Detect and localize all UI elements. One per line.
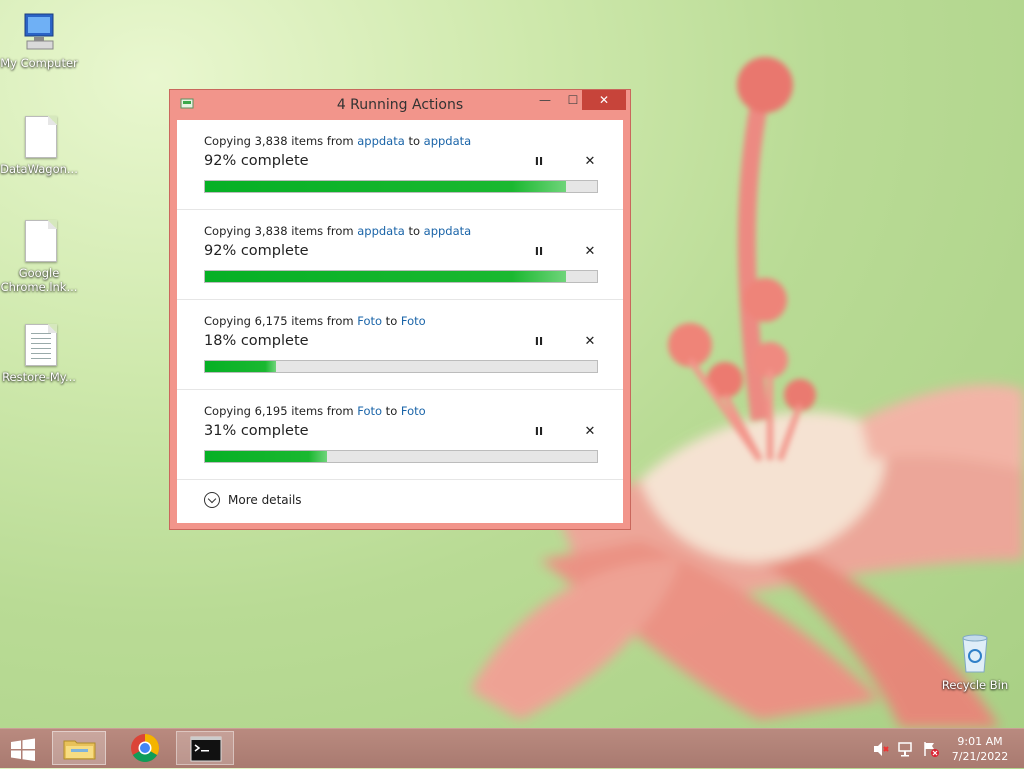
document-icon — [19, 116, 59, 160]
desktop-icon-label: Google Chrome.lnk... — [0, 266, 78, 294]
pause-button[interactable]: II — [533, 335, 545, 349]
source-link[interactable]: appdata — [357, 224, 405, 238]
more-details-toggle[interactable]: More details — [204, 492, 302, 508]
chevron-down-icon — [204, 492, 220, 508]
minimize-button[interactable]: — — [532, 90, 558, 110]
desktop-icon-restore-my[interactable]: Restore-My... — [0, 324, 78, 384]
progress-bar — [204, 450, 598, 463]
pause-button[interactable]: II — [533, 245, 545, 259]
operation-item: Copying 6,175 items from Foto to Foto 18… — [177, 300, 623, 390]
desktop-icon-label: My Computer — [0, 56, 78, 70]
taskbar-file-explorer[interactable] — [52, 731, 106, 765]
windows-logo-icon — [11, 738, 35, 761]
operation-item: Copying 3,838 items from appdata to appd… — [177, 210, 623, 300]
operation-middle: to — [404, 134, 424, 148]
recycle-bin-icon — [955, 632, 995, 676]
progress-fill — [205, 451, 327, 462]
destination-link[interactable]: appdata — [424, 224, 472, 238]
cancel-button[interactable]: ✕ — [583, 245, 597, 259]
taskbar-command-prompt[interactable] — [176, 731, 234, 765]
taskbar: 9:01 AM 7/21/2022 — [0, 728, 1024, 768]
taskbar-google-chrome[interactable] — [118, 731, 172, 765]
computer-icon — [19, 10, 59, 54]
chrome-icon — [131, 734, 159, 762]
destination-link[interactable]: Foto — [401, 404, 426, 418]
file-operation-dialog: 4 Running Actions — ☐ ✕ Copying 3,838 it… — [169, 89, 631, 530]
operation-description: Copying 3,838 items from appdata to appd… — [204, 224, 471, 238]
progress-fill — [205, 181, 566, 192]
operation-middle: to — [382, 404, 401, 418]
source-link[interactable]: Foto — [357, 314, 382, 328]
operation-prefix: Copying 6,195 items from — [204, 404, 358, 418]
source-link[interactable]: appdata — [357, 134, 405, 148]
operation-description: Copying 6,195 items from Foto to Foto — [204, 404, 426, 418]
operation-middle: to — [404, 224, 424, 238]
desktop-icon-my-computer[interactable]: My Computer — [0, 10, 78, 70]
close-button[interactable]: ✕ — [582, 90, 626, 110]
operations-panel: Copying 3,838 items from appdata to appd… — [177, 120, 623, 523]
desktop-icon-label: Recycle Bin — [941, 678, 1009, 692]
progress-fill — [205, 271, 566, 282]
pause-button[interactable]: II — [533, 425, 545, 439]
folder-icon — [63, 740, 96, 760]
command-prompt-icon — [190, 736, 222, 762]
desktop-icon-label: Restore-My... — [2, 370, 76, 384]
text-document-icon — [19, 324, 59, 368]
percent-complete: 92% complete — [204, 243, 309, 259]
cancel-button[interactable]: ✕ — [583, 425, 597, 439]
taskbar-clock[interactable]: 9:01 AM 7/21/2022 — [945, 734, 1015, 764]
action-center-flag-icon[interactable] — [922, 739, 940, 759]
progress-bar — [204, 270, 598, 283]
document-icon — [19, 220, 59, 264]
operation-item: Copying 6,195 items from Foto to Foto 31… — [177, 390, 623, 480]
cancel-button[interactable]: ✕ — [583, 335, 597, 349]
clock-time: 9:01 AM — [957, 735, 1003, 748]
desktop-icon-label: DataWagon... — [0, 162, 78, 176]
operation-description: Copying 6,175 items from Foto to Foto — [204, 314, 426, 328]
start-button[interactable] — [8, 737, 38, 763]
desktop-icon-google-chrome-lnk[interactable]: Google Chrome.lnk... — [0, 220, 78, 294]
percent-complete: 92% complete — [204, 153, 309, 169]
desktop-icon-datawagon[interactable]: DataWagon... — [0, 116, 78, 176]
operation-prefix: Copying 6,175 items from — [204, 314, 358, 328]
percent-complete: 18% complete — [204, 333, 309, 349]
network-icon[interactable] — [897, 739, 915, 759]
progress-bar — [204, 360, 598, 373]
more-details-label: More details — [228, 493, 302, 507]
operation-prefix: Copying 3,838 items from — [204, 224, 358, 238]
pause-button[interactable]: II — [533, 155, 545, 169]
cancel-button[interactable]: ✕ — [583, 155, 597, 169]
operation-description: Copying 3,838 items from appdata to appd… — [204, 134, 471, 148]
operation-middle: to — [382, 314, 401, 328]
desktop-icon-recycle-bin[interactable]: Recycle Bin — [936, 632, 1014, 692]
volume-muted-icon[interactable] — [872, 739, 890, 759]
destination-link[interactable]: Foto — [401, 314, 426, 328]
title-bar[interactable]: 4 Running Actions — ☐ ✕ — [170, 90, 630, 120]
operation-prefix: Copying 3,838 items from — [204, 134, 358, 148]
clock-date: 7/21/2022 — [951, 750, 1009, 763]
progress-fill — [205, 361, 276, 372]
destination-link[interactable]: appdata — [424, 134, 472, 148]
progress-bar — [204, 180, 598, 193]
operation-item: Copying 3,838 items from appdata to appd… — [177, 120, 623, 210]
source-link[interactable]: Foto — [357, 404, 382, 418]
percent-complete: 31% complete — [204, 423, 309, 439]
